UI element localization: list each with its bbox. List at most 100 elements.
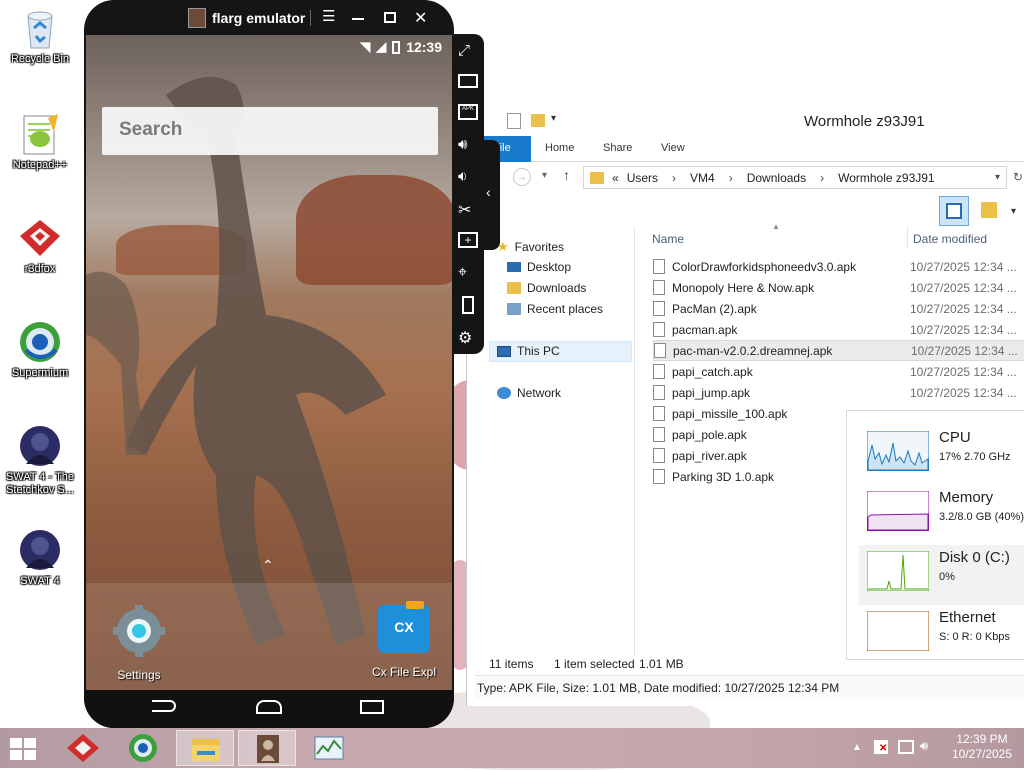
perf-ethernet-sub: S: 0 R: 0 Kbps (939, 631, 1010, 643)
desktop-icon-recycle-bin[interactable]: Recycle Bin (2, 6, 78, 66)
preview-pane-button[interactable] (939, 196, 969, 226)
perf-cpu-title: CPU (939, 429, 971, 446)
forward-button[interactable]: → (513, 168, 531, 186)
change-view-icon[interactable] (981, 202, 997, 218)
file-row[interactable]: Monopoly Here & Now.apk 10/27/2025 12:34 … (653, 277, 1024, 298)
taskbar-task-manager[interactable] (300, 730, 358, 766)
taskbar-supermium[interactable] (114, 730, 172, 766)
home-button-icon[interactable] (256, 700, 282, 714)
taskbar-r3dfox[interactable] (54, 730, 112, 766)
perf-ethernet[interactable]: Ethernet S: 0 R: 0 Kbps (857, 605, 1024, 663)
network-tray-icon[interactable] (898, 740, 914, 754)
up-button[interactable]: ↑ (563, 167, 570, 183)
taskbar-file-explorer[interactable] (176, 730, 234, 766)
address-dropdown-icon[interactable]: ▾ (995, 172, 1000, 183)
change-view-dropdown[interactable]: ▾ (1011, 206, 1016, 217)
breadcrumb-vm4[interactable]: VM4 (690, 171, 715, 185)
volume-up-icon[interactable]: 🔊︎ (458, 136, 478, 156)
signal-icon: ◢ (376, 39, 387, 54)
maximize-icon[interactable] (384, 12, 396, 23)
apk-file-icon (654, 343, 666, 358)
file-row[interactable]: pacman.apk 10/27/2025 12:34 ... (653, 319, 1024, 340)
column-divider[interactable] (907, 226, 908, 248)
desktop-icon-swat4-expansion[interactable]: SWAT 4 - The Stetchkov S... (2, 424, 78, 497)
nav-favorites[interactable]: ★ Favorites (497, 239, 564, 255)
taskbar-flarg-emulator[interactable] (238, 730, 296, 766)
minimize-icon[interactable] (352, 18, 364, 20)
r3dfox-icon (67, 734, 99, 762)
toolbar-collapse-tab[interactable]: ‹ (482, 140, 500, 250)
apk-install-icon[interactable]: APK (458, 104, 478, 120)
nav-this-pc[interactable]: This PC (497, 344, 560, 358)
status-item-count: 11 items (489, 657, 534, 671)
perf-disk[interactable]: Disk 0 (C:) 0% (857, 545, 1024, 603)
taskbar-clock[interactable]: 12:39 PM 10/27/2025 (944, 732, 1020, 762)
nav-desktop[interactable]: Desktop (507, 260, 571, 274)
breadcrumb-downloads[interactable]: Downloads (747, 171, 806, 185)
perf-disk-title: Disk 0 (C:) (939, 549, 1010, 566)
nav-recent-places[interactable]: Recent places (507, 302, 603, 316)
file-row[interactable]: ColorDrawforkidsphoneedv3.0.apk 10/27/202… (653, 256, 1024, 277)
refresh-icon[interactable]: ↻ (1013, 170, 1023, 184)
column-header-date[interactable]: Date modified (913, 232, 987, 246)
dock-settings-app[interactable]: Settings (104, 603, 174, 689)
android-nav-bar (84, 690, 454, 728)
title-separator (310, 10, 311, 26)
file-date: 10/27/2025 12:34 ... (910, 364, 1017, 379)
settings-icon[interactable]: ⚙ (458, 328, 478, 348)
breadcrumb-overflow[interactable]: « (612, 171, 619, 185)
column-header-name[interactable]: Name (652, 232, 684, 246)
recents-button-icon[interactable] (360, 700, 384, 714)
menu-icon[interactable]: ☰ (322, 7, 335, 25)
file-date: 10/27/2025 12:34 ... (910, 385, 1017, 400)
start-button[interactable] (10, 738, 36, 760)
file-row[interactable]: pac-man-v2.0.2.dreamnej.apk 10/27/2025 12… (653, 340, 1024, 361)
location-icon[interactable]: ⌖ (458, 264, 478, 284)
volume-tray-icon[interactable]: 🔊︎ (920, 738, 928, 754)
file-row[interactable]: papi_jump.apk 10/27/2025 12:34 ... (653, 382, 1024, 403)
app-drawer-arrow-icon[interactable]: ⌃ (262, 557, 274, 574)
fullscreen-icon[interactable]: ⤢ (458, 42, 478, 62)
explorer-quick-access-icon[interactable] (507, 113, 521, 129)
show-hidden-icons[interactable]: ▲ (852, 742, 862, 753)
back-button-icon[interactable] (152, 700, 176, 712)
file-row[interactable]: PacMan (2).apk 10/27/2025 12:34 ... (653, 298, 1024, 319)
nav-this-pc-label: This PC (517, 344, 560, 358)
home-search-bar[interactable]: Search (102, 107, 438, 155)
perf-memory[interactable]: Memory 3.2/8.0 GB (40%) (857, 485, 1024, 543)
apk-file-icon (653, 385, 665, 400)
add-window-icon[interactable]: + (458, 232, 478, 248)
qat-dropdown-icon[interactable]: ▾ (551, 113, 556, 124)
nav-downloads[interactable]: Downloads (507, 281, 586, 295)
recent-locations-dropdown[interactable]: ▾ (542, 170, 547, 181)
cx-file-explorer-icon: CX (378, 601, 430, 653)
file-name: papi_jump.apk (672, 385, 751, 400)
breadcrumb-users[interactable]: Users (627, 171, 658, 185)
apk-file-icon (653, 406, 665, 421)
keyboard-icon[interactable] (458, 74, 478, 88)
wifi-icon: ◥ (360, 39, 371, 54)
close-icon[interactable]: ✕ (414, 8, 427, 28)
address-bar[interactable]: « Users › VM4 › Downloads › Wormhole z93… (583, 166, 1007, 189)
breadcrumb-current[interactable]: Wormhole z93J91 (838, 171, 935, 185)
shake-icon[interactable] (462, 296, 474, 314)
nav-network[interactable]: Network (497, 386, 561, 400)
tab-view[interactable]: View (661, 142, 685, 154)
desktop-icon-r3dfox[interactable]: r3dfox (2, 216, 78, 276)
volume-down-icon[interactable]: 🔉︎ (458, 168, 478, 188)
file-row[interactable]: papi_catch.apk 10/27/2025 12:34 ... (653, 361, 1024, 382)
dock-cx-file-explorer-app[interactable]: CX Cx File Expl (356, 601, 452, 689)
desktop-icon-notepad-plus-plus[interactable]: Notepad++ (2, 112, 78, 172)
perf-memory-sub: 3.2/8.0 GB (40%) (939, 511, 1024, 523)
perf-cpu[interactable]: CPU 17% 2.70 GHz (857, 425, 1024, 483)
clock-time: 12:39 PM (956, 732, 1008, 746)
downloads-folder-icon (507, 282, 521, 294)
tab-home[interactable]: Home (545, 142, 574, 154)
screenshot-cut-icon[interactable]: ✂ (458, 200, 478, 220)
action-center-icon[interactable]: ✕ (874, 740, 888, 754)
desktop-icon-supermium[interactable]: Supermium (2, 320, 78, 380)
explorer-folder-icon[interactable] (531, 114, 545, 127)
tab-share[interactable]: Share (603, 142, 632, 154)
desktop-icon-swat4[interactable]: SWAT 4 (2, 528, 78, 588)
apk-file-icon (653, 364, 665, 379)
